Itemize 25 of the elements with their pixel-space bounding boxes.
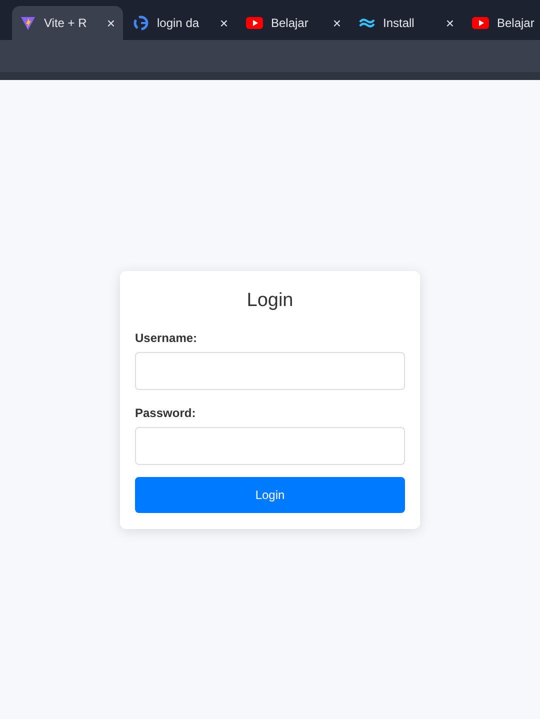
browser-tab[interactable]: Vite + R × <box>12 6 123 40</box>
input-field[interactable] <box>135 352 405 390</box>
tab-title: Vite + R <box>44 15 88 32</box>
close-icon[interactable]: × <box>446 12 454 34</box>
browser-tab[interactable]: Belajar <box>464 6 540 40</box>
g-logo-icon <box>133 15 149 31</box>
field-label: Password: <box>135 405 197 422</box>
close-icon[interactable]: × <box>106 12 115 34</box>
login-button[interactable]: Login <box>135 477 405 513</box>
browser-tab[interactable]: Install × <box>351 6 462 40</box>
play-icon <box>472 17 489 29</box>
play-icon <box>246 17 263 29</box>
lightning-triangle-icon <box>20 15 36 31</box>
login-title: Login <box>246 289 294 313</box>
field-label: Username: <box>135 330 198 347</box>
tab-title: Install <box>383 15 416 32</box>
close-icon[interactable]: × <box>220 12 228 34</box>
input-field[interactable] <box>135 427 405 465</box>
browser-tab[interactable]: Belajar × <box>238 6 349 40</box>
wave-icon <box>359 17 375 29</box>
tab-title: Belajar <box>271 15 310 32</box>
close-icon[interactable]: × <box>332 12 341 34</box>
tab-title: login da <box>157 15 200 32</box>
tab-title: Belajar <box>497 15 536 32</box>
browser-tab[interactable]: login da × <box>125 6 236 40</box>
